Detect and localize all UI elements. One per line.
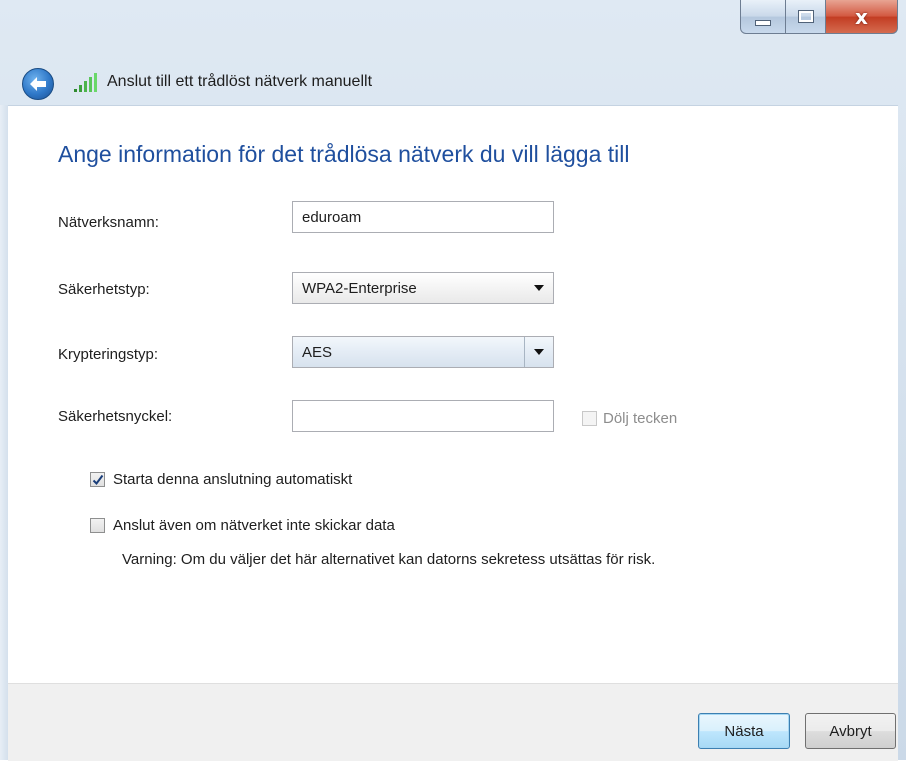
chevron-down-icon [534,285,544,291]
chevron-down-icon [534,349,544,355]
auto-start-checkbox[interactable] [90,472,105,487]
wireless-network-dialog: x Anslut till ett trådlöst nätverk manue… [0,0,906,761]
network-name-value: eduroam [302,208,362,226]
caption-buttons: x [740,0,898,36]
security-type-select[interactable]: WPA2-Enterprise [292,272,554,304]
window-title: Anslut till ett trådlöst nätverk manuell… [107,73,373,90]
hide-characters-label: Dölj tecken [603,410,678,427]
maximize-icon [797,10,814,23]
network-name-label: Nätverksnamn: [58,214,159,231]
auto-start-label: Starta denna anslutning automatiskt [113,471,353,488]
encryption-type-value: AES [302,343,333,361]
window-left-border [0,105,8,760]
security-type-value: WPA2-Enterprise [302,279,417,297]
minimize-icon [755,19,771,26]
checkmark-icon [92,474,103,485]
close-icon: x [855,4,868,29]
security-type-dropdown-arrow [525,273,553,303]
security-type-label: Säkerhetstyp: [58,281,150,298]
page-heading: Ange information för det trådlösa nätver… [58,141,630,167]
wireless-signal-icon [74,73,97,92]
next-button[interactable]: Nästa [698,713,790,749]
security-key-input[interactable] [292,400,554,432]
encryption-type-select[interactable]: AES [292,336,554,368]
cancel-button[interactable]: Avbryt [805,713,896,749]
back-button[interactable] [22,68,54,100]
privacy-warning-text: Varning: Om du väljer det här alternativ… [122,551,656,568]
connect-anyway-checkbox[interactable] [90,518,105,533]
encryption-type-label: Krypteringstyp: [58,346,159,363]
back-arrow-icon [30,77,46,91]
hide-characters-checkbox[interactable] [582,411,597,426]
cancel-button-label: Avbryt [829,722,872,740]
close-button[interactable]: x [826,0,898,34]
connect-anyway-label: Anslut även om nätverket inte skickar da… [113,517,395,534]
security-key-label: Säkerhetsnyckel: [58,408,173,425]
maximize-button[interactable] [786,0,826,34]
next-button-label: Nästa [724,722,764,740]
network-name-input[interactable]: eduroam [292,201,554,233]
encryption-type-dropdown-arrow [524,337,553,367]
minimize-button[interactable] [740,0,786,34]
